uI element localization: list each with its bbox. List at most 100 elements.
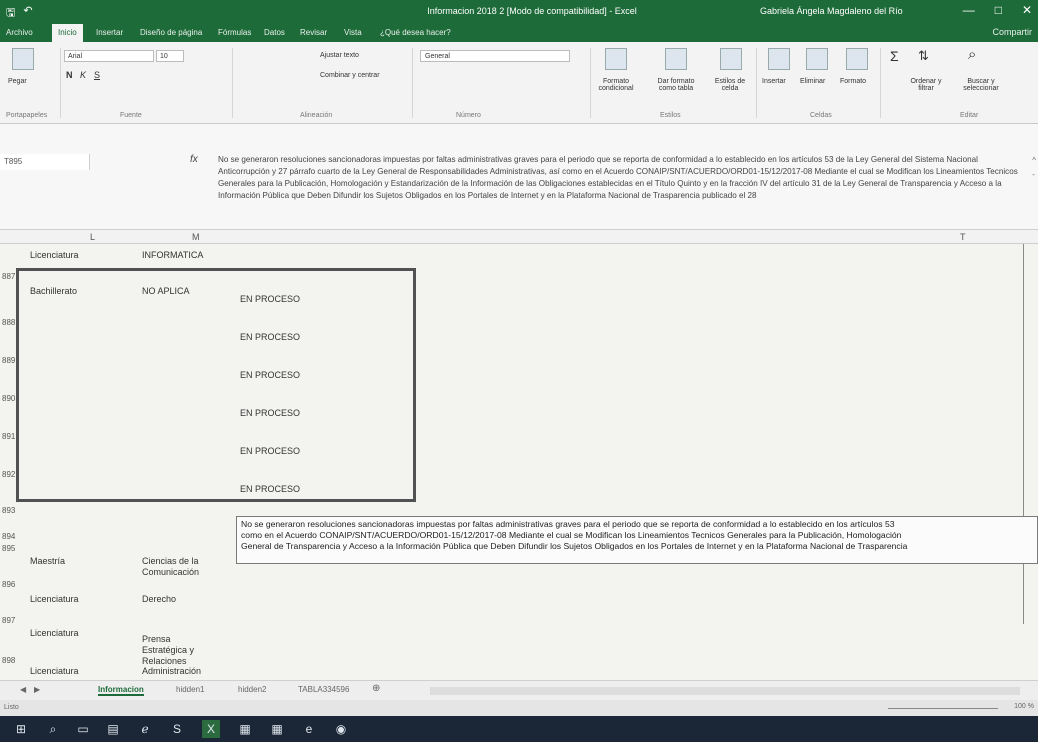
tab-revisar[interactable]: Revisar — [300, 28, 327, 37]
edge-icon[interactable]: ℯ — [136, 720, 154, 738]
format-table-icon[interactable] — [665, 48, 687, 70]
row-header[interactable]: 896 — [2, 580, 15, 589]
tab-archivo[interactable]: Archivo — [6, 28, 33, 37]
conditional-format-button[interactable]: Formato condicional — [586, 78, 646, 92]
underline-button[interactable]: S — [94, 70, 100, 80]
cell-l-896[interactable]: Licenciatura — [30, 594, 79, 605]
sheet-tab-informacion[interactable]: Informacion — [98, 685, 144, 696]
row-header[interactable]: 894 — [2, 532, 15, 541]
cell-m-897[interactable]: Prensa Estratégica y Relaciones — [142, 634, 212, 667]
paste-button[interactable]: Pegar — [8, 78, 27, 85]
tab-insertar[interactable]: Insertar — [96, 28, 123, 37]
column-header-m[interactable]: M — [192, 232, 200, 242]
app-icon[interactable]: ▦ — [268, 720, 286, 738]
sort-filter-button[interactable]: Ordenar y filtrar — [906, 78, 946, 92]
insert-cells-icon[interactable] — [768, 48, 790, 70]
cell-m-886[interactable]: INFORMATICA — [142, 250, 203, 261]
tell-me-box[interactable]: ¿Qué desea hacer? — [380, 28, 451, 37]
delete-cells-button[interactable]: Eliminar — [800, 78, 825, 85]
italic-button[interactable]: K — [80, 70, 86, 80]
search-icon[interactable]: ⌕ — [968, 46, 976, 63]
sheet-tab-hidden2[interactable]: hidden2 — [238, 685, 266, 694]
share-button[interactable]: Compartir — [992, 27, 1032, 37]
cell-m-896[interactable]: Derecho — [142, 594, 176, 605]
row-header[interactable]: 889 — [2, 356, 15, 365]
row-header[interactable]: 897 — [2, 616, 15, 625]
conditional-format-icon[interactable] — [605, 48, 627, 70]
cell-l-898[interactable]: Licenciatura — [30, 666, 79, 677]
zoom-level[interactable]: 100 % — [1014, 703, 1034, 710]
minimize-button[interactable]: — — [963, 3, 975, 17]
sheet-nav-next-icon[interactable]: ▶ — [34, 685, 40, 694]
font-name-select[interactable]: Arial — [64, 50, 154, 62]
task-view-icon[interactable]: ▭ — [74, 720, 92, 738]
row-header[interactable]: 892 — [2, 470, 15, 479]
format-cells-button[interactable]: Formato — [840, 78, 866, 85]
cell-l-886[interactable]: Licenciatura — [30, 250, 79, 261]
start-icon[interactable]: ⊞ — [12, 720, 30, 738]
tab-datos[interactable]: Datos — [264, 28, 285, 37]
insert-cells-button[interactable]: Insertar — [762, 78, 786, 85]
sort-filter-icon[interactable]: ⇅ — [918, 48, 929, 64]
sheet-tab-hidden1[interactable]: hidden1 — [176, 685, 204, 694]
excel-icon[interactable]: X — [202, 720, 220, 738]
status-cell[interactable]: EN PROCESO — [240, 446, 300, 456]
close-button[interactable]: ✕ — [1022, 3, 1032, 17]
row-header[interactable]: 898 — [2, 656, 15, 665]
row-header[interactable]: 893 — [2, 506, 15, 515]
selected-cell-t895[interactable]: No se generaron resoluciones sancionador… — [236, 516, 1038, 564]
search-icon[interactable]: ⌕ — [44, 720, 62, 738]
cell-l-895[interactable]: Maestría — [30, 556, 65, 567]
autosum-icon[interactable]: Σ — [890, 48, 899, 64]
row-header[interactable]: 895 — [2, 544, 15, 553]
delete-cells-icon[interactable] — [806, 48, 828, 70]
tab-formulas[interactable]: Fórmulas — [218, 28, 251, 37]
sheet-tab-tabla[interactable]: TABLA334596 — [298, 685, 349, 694]
find-select-button[interactable]: Buscar y seleccionar — [956, 78, 1006, 92]
zoom-slider[interactable] — [888, 708, 998, 709]
add-sheet-button[interactable]: ⊕ — [372, 683, 380, 694]
chrome-icon[interactable]: ◉ — [332, 720, 350, 738]
column-header-l[interactable]: L — [90, 232, 95, 242]
cell-styles-icon[interactable] — [720, 48, 742, 70]
undo-icon[interactable]: ↶ — [23, 4, 32, 23]
name-box[interactable]: T895 — [0, 154, 90, 170]
file-explorer-icon[interactable]: ▤ — [104, 720, 122, 738]
paste-icon[interactable] — [12, 48, 34, 70]
status-cell[interactable]: EN PROCESO — [240, 484, 300, 494]
row-header[interactable]: 890 — [2, 394, 15, 403]
horizontal-scrollbar[interactable] — [430, 687, 1020, 695]
cell-m-898[interactable]: Administración — [142, 666, 201, 677]
user-name[interactable]: Gabriela Ángela Magdaleno del Río — [760, 6, 903, 16]
column-header-t[interactable]: T — [960, 232, 966, 242]
row-header[interactable]: 891 — [2, 432, 15, 441]
cell-styles-button[interactable]: Estilos de celda — [706, 78, 754, 92]
wrap-text-button[interactable]: Ajustar texto — [320, 52, 359, 59]
formula-bar-scroll[interactable]: ^ - — [1032, 154, 1036, 182]
number-format-select[interactable]: General — [420, 50, 570, 62]
format-table-button[interactable]: Dar formato como tabla — [648, 78, 704, 92]
formula-input[interactable]: No se generaron resoluciones sancionador… — [218, 154, 1026, 202]
sheet-nav-prev-icon[interactable]: ◀ — [20, 685, 26, 694]
cell-m-895[interactable]: Ciencias de la Comunicación — [142, 556, 222, 578]
ie-icon[interactable]: e — [300, 720, 318, 738]
skype-icon[interactable]: S — [168, 720, 186, 738]
row-header[interactable]: 888 — [2, 318, 15, 327]
format-cells-icon[interactable] — [846, 48, 868, 70]
tab-vista[interactable]: Vista — [344, 28, 362, 37]
cell-l-897[interactable]: Licenciatura — [30, 628, 79, 639]
tab-inicio[interactable]: Inicio — [52, 24, 83, 43]
app-icon[interactable]: ▦ — [236, 720, 254, 738]
merge-center-button[interactable]: Combinar y centrar — [320, 72, 380, 79]
maximize-button[interactable]: □ — [995, 3, 1002, 17]
row-header[interactable]: 887 — [2, 272, 15, 281]
fx-icon[interactable]: fx — [190, 154, 198, 165]
font-size-select[interactable]: 10 — [156, 50, 184, 62]
save-icon[interactable]: 🖫 — [6, 4, 15, 23]
bold-button[interactable]: N — [66, 70, 73, 80]
worksheet-grid[interactable]: L M T Licenciatura INFORMATICA 887 Bachi… — [0, 230, 1038, 680]
tab-diseno[interactable]: Diseño de página — [140, 28, 202, 37]
status-cell[interactable]: EN PROCESO — [240, 408, 300, 418]
status-cell[interactable]: EN PROCESO — [240, 332, 300, 342]
status-cell[interactable]: EN PROCESO — [240, 294, 300, 304]
